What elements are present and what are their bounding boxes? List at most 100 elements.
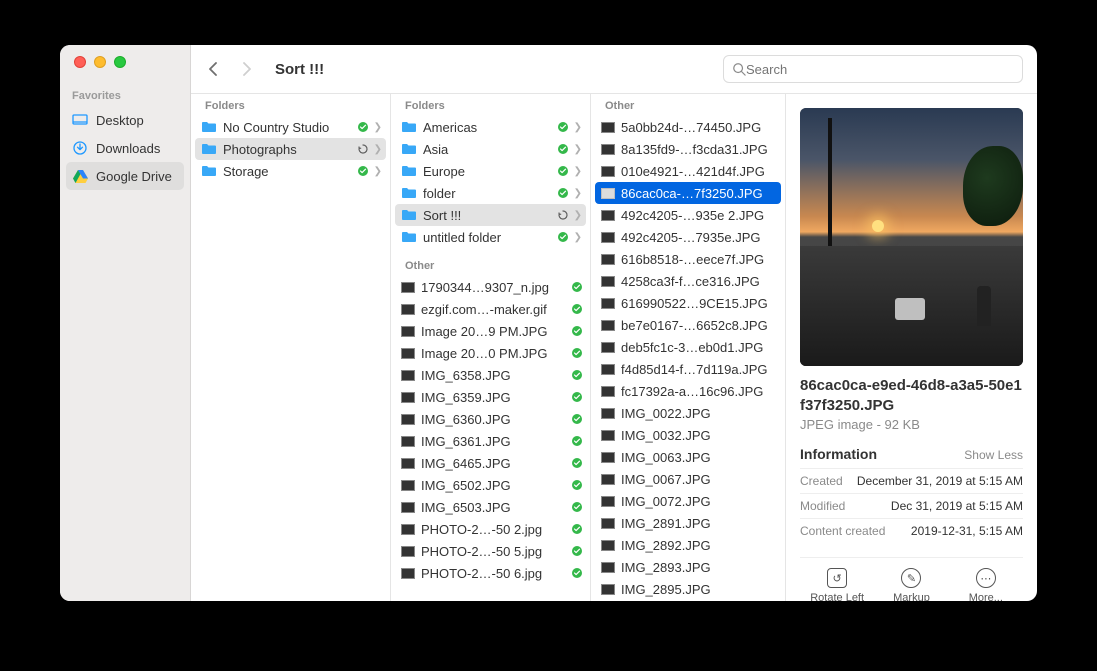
column-1[interactable]: Folders No Country Studio❯Photographs❯St…: [191, 94, 391, 601]
file-row[interactable]: IMG_2893.JPG: [591, 556, 785, 578]
sidebar-item-google-drive[interactable]: Google Drive: [66, 162, 184, 190]
markup-icon: ✎: [901, 568, 921, 588]
file-row[interactable]: IMG_2895.JPG: [591, 578, 785, 600]
file-row[interactable]: IMG_6361.JPG: [391, 430, 590, 452]
sidebar-item-desktop[interactable]: Desktop: [60, 106, 190, 134]
folder-icon: [401, 164, 417, 178]
image-thumb-icon: [601, 298, 615, 309]
image-thumb-icon: [601, 276, 615, 287]
folder-row[interactable]: No Country Studio❯: [191, 116, 390, 138]
file-row[interactable]: IMG_6465.JPG: [391, 452, 590, 474]
file-row[interactable]: deb5fc1c-3…eb0d1.JPG: [591, 336, 785, 358]
folder-icon: [201, 120, 217, 134]
sidebar-item-downloads[interactable]: Downloads: [60, 134, 190, 162]
file-row[interactable]: ezgif.com…-maker.gif: [391, 298, 590, 320]
file-row[interactable]: IMG_6503.JPG: [391, 496, 590, 518]
image-thumb-icon: [601, 518, 615, 529]
file-row[interactable]: 492c4205-…935e 2.JPG: [591, 204, 785, 226]
row-name: Europe: [423, 164, 552, 179]
search-field[interactable]: [723, 55, 1023, 83]
file-row[interactable]: 8a135fd9-…f3cda31.JPG: [591, 138, 785, 160]
row-name: IMG_6503.JPG: [421, 500, 566, 515]
file-row[interactable]: IMG_0063.JPG: [591, 446, 785, 468]
sync-check-icon: [572, 568, 582, 578]
file-row[interactable]: IMG_0032.JPG: [591, 424, 785, 446]
folder-row[interactable]: folder❯: [391, 182, 590, 204]
more-action[interactable]: ⋯ More...: [956, 568, 1016, 601]
row-name: IMG_0067.JPG: [621, 472, 777, 487]
info-value: 2019-12-31, 5:15 AM: [911, 524, 1023, 538]
file-row[interactable]: 1790344…9307_n.jpg: [391, 276, 590, 298]
preview-thumbnail[interactable]: [800, 108, 1023, 366]
image-thumb-icon: [601, 540, 615, 551]
rotate-left-action[interactable]: ↺ Rotate Left: [807, 568, 867, 601]
chevron-right-icon: ❯: [574, 188, 582, 199]
folder-row[interactable]: Storage❯: [191, 160, 390, 182]
image-thumb-icon: [601, 562, 615, 573]
column-3[interactable]: Other 5a0bb24d-…74450.JPG8a135fd9-…f3cda…: [591, 94, 786, 601]
sync-check-icon: [572, 458, 582, 468]
file-row[interactable]: IMG_6358.JPG: [391, 364, 590, 386]
folder-row[interactable]: Asia❯: [391, 138, 590, 160]
image-thumb-icon: [601, 144, 615, 155]
file-row[interactable]: IMG_0067.JPG: [591, 468, 785, 490]
file-row[interactable]: IMG_6359.JPG: [391, 386, 590, 408]
column-2[interactable]: Folders Americas❯Asia❯Europe❯folder❯Sort…: [391, 94, 591, 601]
row-name: IMG_0072.JPG: [621, 494, 777, 509]
image-thumb-icon: [601, 188, 615, 199]
sync-check-icon: [572, 436, 582, 446]
sync-check-icon: [358, 122, 368, 132]
folder-icon: [401, 142, 417, 156]
folder-row[interactable]: Americas❯: [391, 116, 590, 138]
file-row[interactable]: 5a0bb24d-…74450.JPG: [591, 116, 785, 138]
file-row[interactable]: 010e4921-…421d4f.JPG: [591, 160, 785, 182]
row-name: Americas: [423, 120, 552, 135]
info-key: Created: [800, 474, 843, 488]
folder-icon: [401, 230, 417, 244]
row-name: 4258ca3f-f…ce316.JPG: [621, 274, 777, 289]
sync-check-icon: [358, 166, 368, 176]
file-row[interactable]: be7e0167-…6652c8.JPG: [591, 314, 785, 336]
file-row[interactable]: PHOTO-2…-50 5.jpg: [391, 540, 590, 562]
folder-row[interactable]: Sort !!!❯: [395, 204, 586, 226]
file-row[interactable]: PHOTO-2…-50 2.jpg: [391, 518, 590, 540]
back-button[interactable]: [201, 57, 225, 81]
file-row[interactable]: f4d85d14-f…7d119a.JPG: [591, 358, 785, 380]
file-row[interactable]: 616990522…9CE15.JPG: [591, 292, 785, 314]
more-icon: ⋯: [976, 568, 996, 588]
row-name: 616b8518-…eece7f.JPG: [621, 252, 777, 267]
show-less-link[interactable]: Show Less: [964, 448, 1023, 462]
zoom-button[interactable]: [114, 56, 126, 68]
close-button[interactable]: [74, 56, 86, 68]
window-controls: [60, 56, 190, 68]
file-row[interactable]: IMG_2891.JPG: [591, 512, 785, 534]
file-row[interactable]: fc17392a-a…16c96.JPG: [591, 380, 785, 402]
file-row[interactable]: IMG_0072.JPG: [591, 490, 785, 512]
image-thumb-icon: [601, 474, 615, 485]
sidebar-item-label: Desktop: [96, 113, 144, 128]
file-row[interactable]: Image 20…0 PM.JPG: [391, 342, 590, 364]
file-row[interactable]: Image 20…9 PM.JPG: [391, 320, 590, 342]
file-row[interactable]: 86cac0ca-…7f3250.JPG: [595, 182, 781, 204]
markup-action[interactable]: ✎ Markup: [881, 568, 941, 601]
folder-row[interactable]: Photographs❯: [195, 138, 386, 160]
folder-row[interactable]: untitled folder❯: [391, 226, 590, 248]
row-name: IMG_6502.JPG: [421, 478, 566, 493]
file-row[interactable]: IMG_2892.JPG: [591, 534, 785, 556]
row-name: IMG_2891.JPG: [621, 516, 777, 531]
chevron-right-icon: ❯: [574, 232, 582, 243]
minimize-button[interactable]: [94, 56, 106, 68]
file-row[interactable]: IMG_0022.JPG: [591, 402, 785, 424]
row-name: 010e4921-…421d4f.JPG: [621, 164, 777, 179]
file-row[interactable]: IMG_6360.JPG: [391, 408, 590, 430]
folder-row[interactable]: Europe❯: [391, 160, 590, 182]
file-row[interactable]: 4258ca3f-f…ce316.JPG: [591, 270, 785, 292]
toolbar: Sort !!!: [191, 45, 1037, 93]
forward-button[interactable]: [235, 57, 259, 81]
file-row[interactable]: 616b8518-…eece7f.JPG: [591, 248, 785, 270]
column-view: Folders No Country Studio❯Photographs❯St…: [191, 93, 1037, 601]
search-input[interactable]: [746, 62, 1014, 77]
file-row[interactable]: 492c4205-…7935e.JPG: [591, 226, 785, 248]
file-row[interactable]: PHOTO-2…-50 6.jpg: [391, 562, 590, 584]
file-row[interactable]: IMG_6502.JPG: [391, 474, 590, 496]
